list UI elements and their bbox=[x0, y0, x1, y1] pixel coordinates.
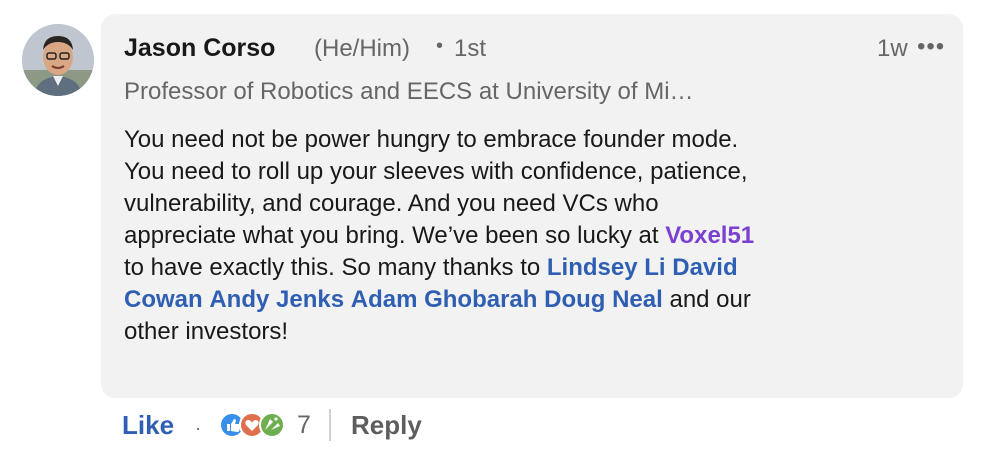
comment-line-text: and our bbox=[662, 286, 751, 313]
author-name[interactable]: Jason Corso bbox=[124, 34, 275, 63]
comment-timestamp: 1w bbox=[877, 35, 908, 62]
more-options-button[interactable]: ••• bbox=[917, 33, 951, 61]
like-button[interactable]: Like bbox=[122, 410, 174, 441]
mention-andy-jenks[interactable]: Andy Jenks bbox=[209, 286, 344, 313]
mention-voxel51[interactable]: Voxel51 bbox=[665, 222, 754, 249]
author-headline: Professor of Robotics and EECS at Univer… bbox=[124, 78, 694, 105]
separator-dot: · bbox=[195, 418, 201, 438]
comment-line-text: appreciate what you bring. We’ve been so… bbox=[124, 222, 666, 249]
reaction-count[interactable]: 7 bbox=[297, 411, 311, 440]
comment-line: You need not be power hungry to embrace … bbox=[124, 126, 739, 153]
comment-line: to have exactly this. So many thanks to … bbox=[124, 252, 924, 284]
comment-line-text: to have exactly this. So many thanks to bbox=[124, 254, 547, 281]
avatar-photo bbox=[22, 24, 94, 96]
reply-button[interactable]: Reply bbox=[351, 410, 422, 441]
connection-degree: 1st bbox=[454, 35, 487, 62]
comment-text: You need not be power hungry to embrace … bbox=[124, 124, 924, 348]
comment-line: Cowan Andy Jenks Adam Ghobarah Doug Neal… bbox=[124, 284, 924, 316]
comment-line: You need to roll up your sleeves with co… bbox=[124, 158, 748, 185]
reactions-summary[interactable] bbox=[218, 410, 290, 440]
mention-lindsey-li[interactable]: Lindsey Li bbox=[547, 254, 666, 281]
avatar[interactable] bbox=[22, 24, 94, 96]
comment-line: appreciate what you bring. We’ve been so… bbox=[124, 220, 924, 252]
comment-line: other investors! bbox=[124, 318, 289, 345]
divider bbox=[329, 409, 331, 441]
mention-david-cowan[interactable]: Cowan bbox=[124, 286, 203, 313]
mention-doug-neal[interactable]: Doug Neal bbox=[544, 286, 663, 313]
mention-adam-ghobarah[interactable]: Adam Ghobarah bbox=[351, 286, 538, 313]
comment-line: vulnerability, and courage. And you need… bbox=[124, 190, 659, 217]
separator-dot: • bbox=[436, 35, 444, 57]
author-pronouns: (He/Him) bbox=[314, 35, 410, 62]
celebrate-icon bbox=[259, 412, 285, 438]
mention-david-cowan[interactable]: David bbox=[672, 254, 737, 281]
